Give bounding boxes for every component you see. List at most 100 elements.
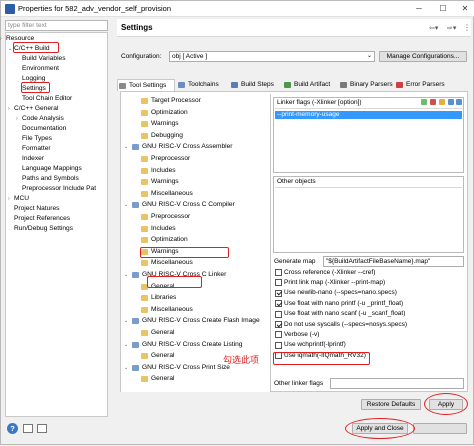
tree-item[interactable]: Language Mappings (22, 165, 82, 173)
tool-tree-item[interactable]: Includes (151, 225, 176, 233)
delete-icon[interactable] (430, 99, 436, 105)
tool-tree-item[interactable]: Optimization (151, 236, 188, 244)
option-checkbox[interactable] (275, 341, 282, 349)
linker-flags-list[interactable]: --print-memory-usage (275, 108, 462, 171)
other-linker-flags-input[interactable] (330, 378, 464, 389)
tree-twisty-icon[interactable]: ⌄ (124, 317, 128, 325)
tool-tree-item[interactable]: General (151, 352, 174, 360)
tree-item[interactable]: Preprocessor Include Pat (22, 185, 96, 193)
back-arrow-icon[interactable]: ⇦▾ (429, 24, 438, 32)
tree-twisty-icon[interactable]: ⌄ (124, 364, 128, 372)
cancel-button[interactable] (413, 423, 467, 434)
tool-tree-item[interactable]: GNU RISC-V Cross Assembler (142, 143, 233, 151)
tool-tree-item[interactable]: Optimization (151, 109, 188, 117)
tree-twisty-icon[interactable]: ⌄ (124, 201, 128, 209)
tree-twisty-icon[interactable]: ⌄ (124, 143, 128, 151)
forward-arrow-icon[interactable]: ⇨▾ (447, 24, 456, 32)
tree-item[interactable]: Documentation (22, 125, 66, 133)
tool-icon (132, 272, 139, 278)
tab[interactable]: Binary Parsers (339, 79, 393, 91)
manage-configurations-button[interactable]: Manage Configurations... (379, 51, 467, 62)
tool-tree-item[interactable]: General (151, 375, 174, 383)
tree-item[interactable]: MCU (14, 195, 29, 203)
tool-tree-item[interactable]: Miscellaneous (151, 259, 193, 267)
dialog-button-bar: ? Apply and Close (1, 417, 474, 446)
tool-tree-item[interactable]: Miscellaneous (151, 190, 193, 198)
tree-item[interactable]: File Types (22, 135, 52, 143)
splitter[interactable] (111, 19, 114, 417)
tree-item[interactable]: Project Natures (14, 205, 59, 213)
tree-item[interactable]: Code Analysis (22, 115, 64, 123)
tool-tree-item[interactable]: Miscellaneous (151, 306, 193, 314)
configuration-select[interactable]: obj [ Active ] ⌄ (169, 51, 375, 62)
tree-item[interactable]: Indexer (22, 155, 44, 163)
settings-header: Settings ⇦▾ ⇨▾ ⋮ (117, 19, 471, 37)
option-checkbox[interactable] (275, 310, 282, 318)
option-checkbox[interactable] (275, 321, 282, 328)
list-item[interactable]: --print-memory-usage (275, 111, 462, 119)
view-menu-icon[interactable]: ⋮ (463, 23, 471, 32)
annotation-check-this: 勾选此项 (223, 356, 260, 366)
tree-item[interactable]: C/C++ General (14, 105, 58, 113)
tool-tree-item[interactable]: Target Processor (151, 97, 201, 105)
generate-map-input[interactable]: "${BuildArtifactFileBaseName}.map" (323, 256, 464, 267)
tree-item[interactable]: Environment (22, 65, 59, 73)
tab[interactable]: Error Parsers (395, 79, 449, 91)
category-icon (141, 121, 148, 128)
tab[interactable]: Tool Settings (117, 79, 175, 91)
tree-item[interactable]: Paths and Symbols (22, 175, 79, 183)
move-up-icon[interactable] (448, 99, 454, 105)
tree-item[interactable]: Project References (14, 215, 70, 223)
close-button[interactable]: ✕ (459, 3, 471, 14)
tree-twisty-icon[interactable]: › (8, 195, 10, 203)
edit-icon[interactable] (439, 99, 445, 105)
tree-twisty-icon[interactable]: ⌄ (124, 341, 128, 349)
tree-twisty-icon[interactable]: ⌄ (124, 271, 128, 279)
tool-tree-item[interactable]: Warnings (151, 120, 179, 128)
tool-tree-item[interactable]: Includes (151, 167, 176, 175)
export-icon[interactable] (37, 424, 47, 433)
filter-input[interactable]: type filter text (5, 20, 108, 31)
tab[interactable]: Build Artifact (283, 79, 337, 91)
import-icon[interactable] (23, 424, 33, 433)
tree-item[interactable]: Build Variables (22, 55, 66, 63)
tool-tree-item[interactable]: Preprocessor (151, 213, 190, 221)
tool-tree-item[interactable]: GNU RISC-V Cross Create Flash Image (142, 317, 260, 325)
tool-tree-item[interactable]: General (151, 329, 174, 337)
other-linker-flags-label: Other linker flags (274, 380, 324, 387)
maximize-button[interactable]: ☐ (437, 3, 449, 14)
tool-tree-item[interactable]: GNU RISC-V Cross Print Size (142, 364, 230, 372)
tab-label: Build Artifact (294, 81, 331, 88)
tree-item[interactable]: Formatter (22, 145, 51, 153)
add-icon[interactable] (421, 99, 427, 105)
option-checkbox[interactable] (275, 279, 282, 287)
generate-map-label: Generate map (274, 258, 316, 265)
tree-twisty-icon[interactable]: ⌄ (8, 45, 12, 53)
tab[interactable]: Build Steps (230, 79, 282, 91)
restore-defaults-button[interactable]: Restore Defaults (361, 399, 421, 410)
tree-twisty-icon[interactable]: › (16, 115, 18, 123)
tree-twisty-icon[interactable]: › (8, 105, 10, 113)
tool-tree-item[interactable]: Debugging (151, 132, 183, 140)
tab[interactable]: Toolchains (177, 79, 229, 91)
other-objects-list[interactable] (275, 187, 462, 251)
tool-tree-item[interactable]: Libraries (151, 294, 176, 302)
tool-tree-item[interactable]: Warnings (151, 178, 179, 186)
category-icon (141, 306, 148, 313)
tool-tree-item[interactable]: GNU RISC-V Cross C Compiler (142, 201, 235, 209)
help-icon[interactable]: ? (7, 423, 18, 434)
tree-twisty-icon[interactable]: › (0, 35, 2, 43)
other-objects-group: Other objects (273, 176, 464, 253)
category-icon (141, 167, 148, 174)
move-down-icon[interactable] (456, 99, 462, 105)
minimize-button[interactable]: ─ (413, 3, 425, 14)
category-icon (141, 156, 148, 162)
tree-item[interactable]: Tool Chain Editor (22, 95, 72, 103)
tool-tree-item[interactable]: Preprocessor (151, 155, 190, 163)
option-checkbox[interactable] (275, 300, 282, 308)
tree-item[interactable]: Run/Debug Settings (14, 225, 73, 233)
option-checkbox[interactable] (275, 289, 282, 297)
option-checkbox[interactable] (275, 269, 282, 276)
tool-tree-item[interactable]: GNU RISC-V Cross Create Listing (142, 341, 242, 349)
option-checkbox[interactable] (275, 331, 282, 339)
